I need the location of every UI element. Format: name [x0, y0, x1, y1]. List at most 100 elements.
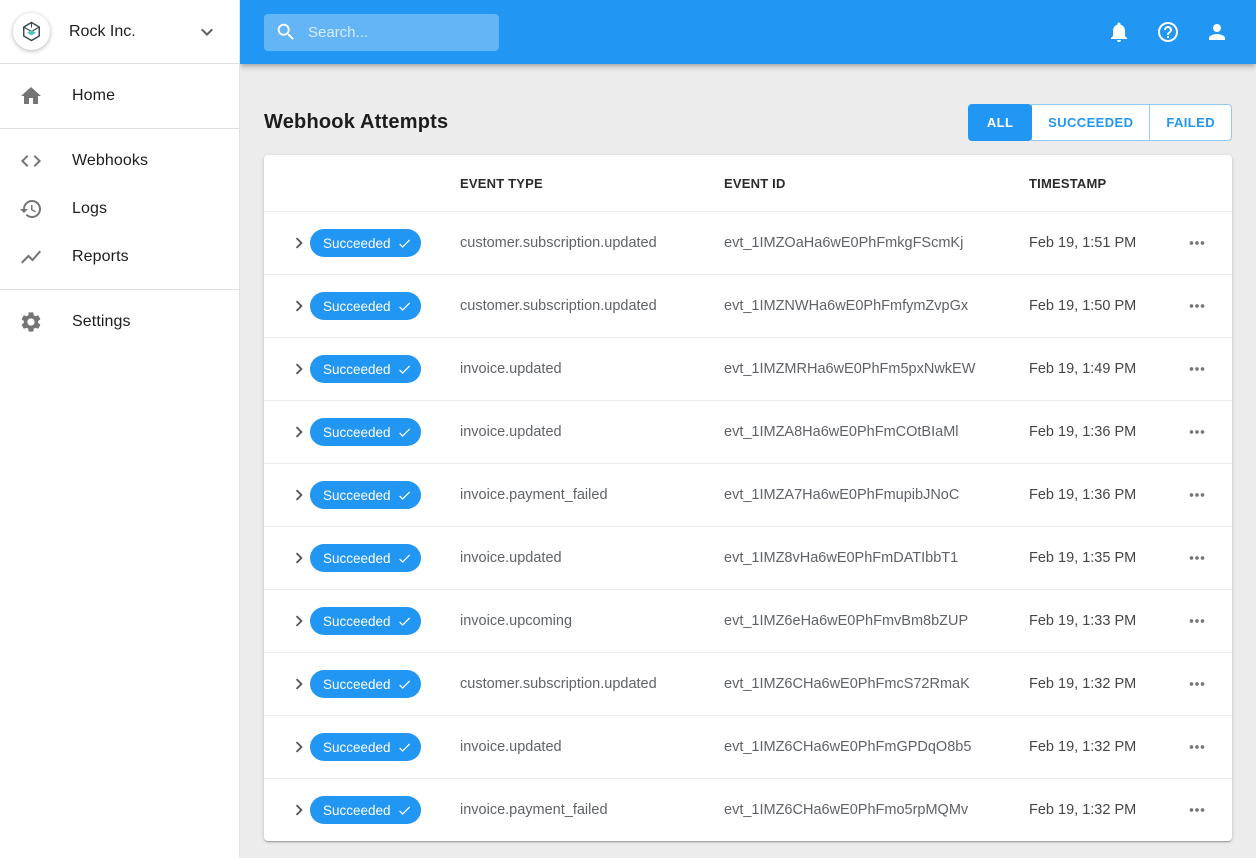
timestamp-cell: Feb 19, 1:32 PM	[1029, 802, 1137, 818]
table-row[interactable]: Succeeded invoice.updated evt_1IMZ8vHa6w…	[264, 526, 1232, 589]
event-type-cell: invoice.updated	[460, 361, 562, 377]
expand-chevron-right-icon[interactable]	[288, 358, 310, 380]
filter-all-button[interactable]: ALL	[968, 104, 1033, 141]
status-badge: Succeeded	[310, 355, 421, 383]
sidebar-item-label: Webhooks	[72, 152, 149, 169]
event-type-cell: invoice.upcoming	[460, 613, 573, 629]
table-row[interactable]: Succeeded invoice.payment_failed evt_1IM…	[264, 778, 1232, 841]
company-name: Rock Inc.	[69, 22, 136, 40]
search-box[interactable]	[264, 13, 499, 51]
expand-chevron-right-icon[interactable]	[288, 484, 310, 506]
event-id-cell: evt_1IMZ6CHa6wE0PhFmo5rpMQMv	[724, 802, 969, 818]
event-id-cell: evt_1IMZA7Ha6wE0PhFmupibJNoC	[724, 487, 960, 503]
status-badge: Succeeded	[310, 670, 421, 698]
event-type-cell: invoice.updated	[460, 739, 562, 755]
table-row[interactable]: Succeeded customer.subscription.updated …	[264, 652, 1232, 715]
sidebar-item-webhooks[interactable]: Webhooks	[0, 137, 239, 185]
expand-chevron-right-icon[interactable]	[288, 736, 310, 758]
table-row[interactable]: Succeeded invoice.updated evt_1IMZ6CHa6w…	[264, 715, 1232, 778]
table-body: Succeeded customer.subscription.updated …	[264, 211, 1232, 841]
table-row[interactable]: Succeeded customer.subscription.updated …	[264, 274, 1232, 337]
timestamp-cell: Feb 19, 1:49 PM	[1029, 361, 1137, 377]
status-badge-label: Succeeded	[323, 739, 391, 755]
check-icon	[397, 803, 412, 818]
check-icon	[397, 740, 412, 755]
sidebar-item-settings[interactable]: Settings	[0, 298, 239, 346]
sidebar-item-reports[interactable]: Reports	[0, 233, 239, 281]
table-row[interactable]: Succeeded invoice.updated evt_1IMZA8Ha6w…	[264, 400, 1232, 463]
event-id-cell: evt_1IMZA8Ha6wE0PhFmCOtBIaMl	[724, 424, 959, 440]
event-id-cell: evt_1IMZ8vHa6wE0PhFmDATIbbT1	[724, 550, 959, 566]
status-badge: Succeeded	[310, 481, 421, 509]
check-icon	[397, 677, 412, 692]
timestamp-cell: Feb 19, 1:32 PM	[1029, 676, 1137, 692]
company-switcher[interactable]: Rock Inc.	[0, 0, 239, 64]
search-input[interactable]	[308, 23, 488, 41]
more-options-icon[interactable]	[1186, 610, 1208, 632]
timestamp-cell: Feb 19, 1:33 PM	[1029, 613, 1137, 629]
sidebar: Rock Inc. Home Webhooks Logs Reports Set…	[0, 0, 240, 858]
code-icon	[19, 149, 43, 173]
filter-succeeded-button[interactable]: SUCCEEDED	[1031, 104, 1151, 141]
more-options-icon[interactable]	[1186, 673, 1208, 695]
status-badge: Succeeded	[310, 229, 421, 257]
notifications-bell-icon[interactable]	[1107, 20, 1131, 44]
chevron-down-icon	[195, 20, 219, 44]
table-header-row: EVENT TYPE EVENT ID TIMESTAMP	[264, 155, 1232, 211]
help-icon[interactable]	[1156, 20, 1180, 44]
event-id-cell: evt_1IMZMRHa6wE0PhFm5pxNwkEW	[724, 361, 976, 377]
event-type-cell: customer.subscription.updated	[460, 235, 657, 251]
more-options-icon[interactable]	[1186, 295, 1208, 317]
event-type-cell: invoice.payment_failed	[460, 802, 608, 818]
status-badge-label: Succeeded	[323, 550, 391, 566]
more-options-icon[interactable]	[1186, 799, 1208, 821]
sidebar-item-logs[interactable]: Logs	[0, 185, 239, 233]
status-badge-label: Succeeded	[323, 361, 391, 377]
status-badge-label: Succeeded	[323, 613, 391, 629]
expand-chevron-right-icon[interactable]	[288, 421, 310, 443]
timestamp-cell: Feb 19, 1:32 PM	[1029, 739, 1137, 755]
table-row[interactable]: Succeeded invoice.upcoming evt_1IMZ6eHa6…	[264, 589, 1232, 652]
sidebar-item-label: Settings	[72, 313, 131, 330]
sidebar-item-home[interactable]: Home	[0, 72, 239, 120]
history-icon	[19, 197, 43, 221]
table-row[interactable]: Succeeded invoice.updated evt_1IMZMRHa6w…	[264, 337, 1232, 400]
more-options-icon[interactable]	[1186, 232, 1208, 254]
timestamp-cell: Feb 19, 1:36 PM	[1029, 424, 1137, 440]
check-icon	[397, 614, 412, 629]
event-id-cell: evt_1IMZ6eHa6wE0PhFmvBm8bZUP	[724, 613, 969, 629]
more-options-icon[interactable]	[1186, 484, 1208, 506]
more-options-icon[interactable]	[1186, 547, 1208, 569]
status-badge: Succeeded	[310, 607, 421, 635]
filter-failed-button[interactable]: FAILED	[1149, 104, 1232, 141]
event-id-cell: evt_1IMZ6CHa6wE0PhFmGPDqO8b5	[724, 739, 972, 755]
sidebar-item-label: Home	[72, 87, 116, 104]
expand-chevron-right-icon[interactable]	[288, 673, 310, 695]
account-person-icon[interactable]	[1205, 20, 1229, 44]
appbar	[240, 0, 1256, 64]
table-row[interactable]: Succeeded invoice.payment_failed evt_1IM…	[264, 463, 1232, 526]
check-icon	[397, 488, 412, 503]
more-options-icon[interactable]	[1186, 421, 1208, 443]
content: Webhook Attempts ALL SUCCEEDED FAILED EV…	[240, 64, 1256, 858]
sidebar-item-label: Reports	[72, 248, 129, 265]
home-icon	[19, 84, 43, 108]
event-type-cell: customer.subscription.updated	[460, 298, 657, 314]
table-row[interactable]: Succeeded customer.subscription.updated …	[264, 211, 1232, 274]
expand-chevron-right-icon[interactable]	[288, 799, 310, 821]
status-badge-label: Succeeded	[323, 298, 391, 314]
status-badge: Succeeded	[310, 796, 421, 824]
expand-chevron-right-icon[interactable]	[288, 547, 310, 569]
expand-chevron-right-icon[interactable]	[288, 610, 310, 632]
more-options-icon[interactable]	[1186, 736, 1208, 758]
page-title: Webhook Attempts	[264, 111, 449, 133]
timestamp-cell: Feb 19, 1:35 PM	[1029, 550, 1137, 566]
more-options-icon[interactable]	[1186, 358, 1208, 380]
status-badge-label: Succeeded	[323, 424, 391, 440]
status-badge: Succeeded	[310, 292, 421, 320]
status-badge: Succeeded	[310, 418, 421, 446]
column-header-event-type: EVENT TYPE	[460, 175, 543, 191]
expand-chevron-right-icon[interactable]	[288, 295, 310, 317]
expand-chevron-right-icon[interactable]	[288, 232, 310, 254]
main-area: Webhook Attempts ALL SUCCEEDED FAILED EV…	[240, 0, 1256, 858]
